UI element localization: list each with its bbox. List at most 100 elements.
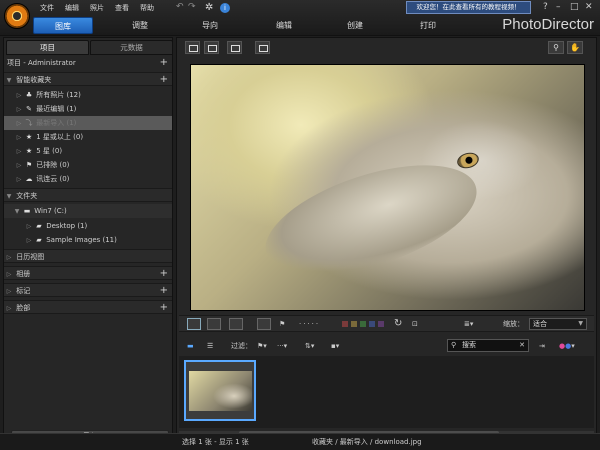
color-label-yellow[interactable]	[351, 321, 357, 327]
menu-file[interactable]: 文件	[40, 3, 54, 13]
zoom-select[interactable]: 适合	[529, 318, 587, 330]
expand-arrow-icon[interactable]: ▷	[14, 103, 24, 117]
color-label-red[interactable]	[342, 321, 348, 327]
tab-adjust[interactable]: 调整	[110, 17, 170, 34]
app-logo[interactable]	[4, 3, 30, 29]
add-smart-collection-icon[interactable]: +	[160, 73, 168, 87]
expand-arrow-icon[interactable]: ▷	[14, 117, 24, 131]
collection-item-all-photos[interactable]: ▷ ♣ 所有照片 (12)	[4, 88, 172, 102]
tab-library[interactable]: 图库	[33, 17, 93, 34]
photo-preview[interactable]	[190, 64, 585, 311]
folder-label: Sample Images (11)	[46, 236, 117, 244]
collapse-arrow-icon[interactable]: ▼	[4, 190, 14, 204]
tab-create[interactable]: 创建	[325, 17, 385, 34]
import-icon: ⤵	[25, 119, 33, 127]
collapse-arrow-icon[interactable]: ▼	[12, 205, 22, 219]
hand-icon[interactable]: ✋	[567, 41, 583, 54]
single-view-icon[interactable]	[187, 318, 201, 330]
filmstrip-view-icon[interactable]: ▬	[187, 340, 194, 352]
smart-collections-header[interactable]: ▼ 智能收藏夹 +	[4, 72, 172, 86]
filter-flag-icon[interactable]: ⚑▾	[257, 340, 267, 352]
tab-print[interactable]: 打印	[398, 17, 458, 34]
collection-item-recent-edit[interactable]: ▷ ✎ 最近编辑 (1)	[4, 102, 172, 116]
zoom-icon[interactable]: ⚲	[548, 41, 564, 54]
tags-header[interactable]: ▷ 标记 +	[4, 283, 172, 297]
add-tag-icon[interactable]: +	[160, 284, 168, 298]
export-icon[interactable]: ⇥	[539, 340, 545, 352]
menu-edit[interactable]: 编辑	[65, 3, 79, 13]
expand-arrow-icon[interactable]: ▷	[14, 89, 24, 103]
sort-order-icon[interactable]: ⇅▾	[305, 340, 314, 352]
rating-stars[interactable]: ·····	[299, 318, 320, 330]
redo-icon[interactable]: ↷	[188, 2, 196, 12]
folder-drive[interactable]: ▼ ▬ Win7 (C:)	[4, 204, 172, 218]
compare-view-icon[interactable]	[207, 318, 221, 330]
collection-item-5-star[interactable]: ▷ ★ 5 星 (0)	[4, 144, 172, 158]
collection-item-latest-import[interactable]: ▷ ⤵ 最新导入 (1)	[4, 116, 172, 130]
add-album-icon[interactable]: +	[160, 267, 168, 281]
rotate-icon[interactable]: ↻	[394, 318, 402, 330]
expand-arrow-icon[interactable]: ▷	[4, 302, 14, 316]
expand-arrow-icon[interactable]: ▷	[14, 159, 24, 173]
expand-arrow-icon[interactable]: ▷	[14, 131, 24, 145]
collapse-arrow-icon[interactable]: ▼	[4, 74, 14, 88]
clear-search-icon[interactable]: ✕	[519, 340, 525, 351]
grid-view-icon[interactable]	[229, 318, 243, 330]
expand-arrow-icon[interactable]: ▷	[4, 268, 14, 282]
collection-item-1-star[interactable]: ▷ ★ 1 星或以上 (0)	[4, 130, 172, 144]
menu-help[interactable]: 帮助	[140, 3, 154, 13]
thumbnail-item[interactable]	[184, 360, 256, 421]
folder-item-desktop[interactable]: ▷ ▰ Desktop (1)	[4, 219, 172, 233]
add-face-icon[interactable]: +	[160, 301, 168, 315]
expand-arrow-icon[interactable]: ▷	[4, 285, 14, 299]
second-display-icon[interactable]	[255, 41, 270, 54]
list-view-icon[interactable]: ☰	[207, 340, 213, 352]
color-label-purple[interactable]	[378, 321, 384, 327]
expand-arrow-icon[interactable]: ▷	[14, 145, 24, 159]
section-title: 智能收藏夹	[16, 76, 52, 84]
maximize-icon[interactable]: □	[570, 2, 579, 12]
collection-label: 最新导入 (1)	[36, 119, 77, 127]
single-view-icon[interactable]	[185, 41, 200, 54]
collection-item-excluded[interactable]: ▷ ⚑ 已排除 (0)	[4, 158, 172, 172]
stack-icon[interactable]: ▪▾	[331, 340, 339, 352]
help-icon[interactable]: ?	[543, 2, 548, 12]
menu-photo[interactable]: 照片	[90, 3, 104, 13]
color-label-blue[interactable]	[369, 321, 375, 327]
albums-header[interactable]: ▷ 相册 +	[4, 266, 172, 280]
sort-icon[interactable]: ≣▾	[464, 318, 473, 330]
tab-metadata[interactable]: 元数据	[90, 40, 173, 55]
folder-item-sample-images[interactable]: ▷ ▰ Sample Images (11)	[4, 233, 172, 247]
expand-arrow-icon[interactable]: ▷	[14, 173, 24, 187]
face-tag-icon[interactable]	[257, 318, 271, 330]
collection-item-cloud[interactable]: ▷ ☁ 讯连云 (0)	[4, 172, 172, 186]
tab-guided[interactable]: 导向	[180, 17, 240, 34]
tab-project[interactable]: 项目	[6, 40, 89, 55]
minimize-icon[interactable]: –	[556, 2, 561, 12]
info-icon[interactable]: i	[220, 3, 230, 13]
undo-icon[interactable]: ↶	[176, 2, 184, 12]
add-project-icon[interactable]: +	[160, 56, 168, 70]
expand-arrow-icon[interactable]: ▷	[4, 251, 14, 265]
color-label-green[interactable]	[360, 321, 366, 327]
welcome-banner[interactable]: 欢迎您！在此查看所有的教程视频！	[406, 1, 531, 14]
filter-label: 过滤：	[231, 342, 252, 350]
menu-view[interactable]: 查看	[115, 3, 129, 13]
gear-icon[interactable]: ✲	[205, 2, 213, 13]
compare-view-icon[interactable]	[204, 41, 219, 54]
tab-edit[interactable]: 编辑	[254, 17, 314, 34]
flag-icon[interactable]: ⚑	[279, 318, 285, 330]
star-icon: ★	[25, 147, 33, 155]
crop-icon[interactable]: ⊡	[412, 318, 418, 330]
close-icon[interactable]: ✕	[585, 2, 593, 12]
folders-header[interactable]: ▼ 文件夹	[4, 188, 172, 202]
photo-detail	[455, 150, 481, 171]
faces-header[interactable]: ▷ 脸部 +	[4, 300, 172, 314]
expand-arrow-icon[interactable]: ▷	[24, 220, 34, 234]
calendar-view-header[interactable]: ▷ 日历视图	[4, 249, 172, 263]
search-input[interactable]: ⚲ 搜索 ✕	[447, 339, 529, 352]
grid-view-icon[interactable]	[227, 41, 242, 54]
share-icon[interactable]: ●●▾	[559, 340, 575, 352]
filter-rating-icon[interactable]: ···▾	[277, 340, 287, 352]
expand-arrow-icon[interactable]: ▷	[24, 234, 34, 248]
